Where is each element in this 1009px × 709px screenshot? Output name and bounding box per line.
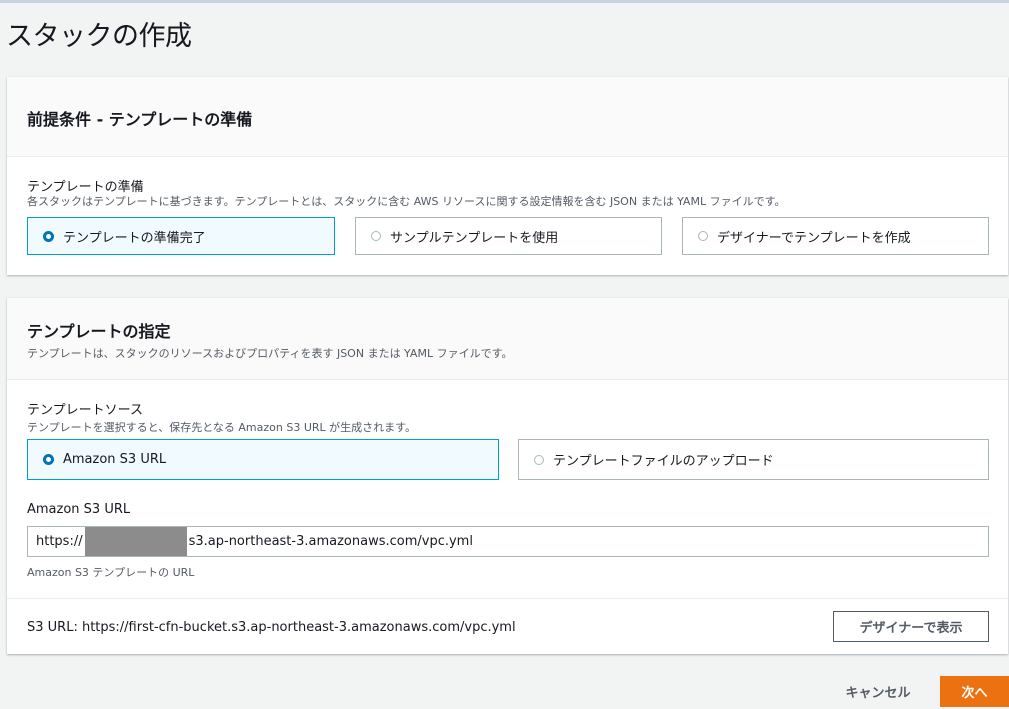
radio-unselected-icon[interactable] [534,454,544,465]
top-border [0,0,1009,3]
cancel-button[interactable]: キャンセル [838,678,918,704]
s3-url-suffix: s3.ap-northeast-3.amazonaws.com/vpc.yml [188,534,473,549]
prerequisite-title: 前提条件 - テンプレートの準備 [27,110,253,129]
view-in-designer-button[interactable]: デザイナーで表示 [833,611,989,642]
specify-template-panel-header: テンプレートの指定 テンプレートは、スタックのリソースおよびプロパティを表す J… [7,298,1008,380]
specify-template-description: テンプレートは、スタックのリソースおよびプロパティを表す JSON または YA… [27,347,513,360]
radio-unselected-icon[interactable] [371,231,381,241]
option-sample-template[interactable]: サンプルテンプレートを使用 [355,217,662,255]
option-designer-template[interactable]: デザイナーでテンプレートを作成 [682,217,989,255]
s3-url-prefix: https:// [36,534,83,549]
option-amazon-s3-url[interactable]: Amazon S3 URL [27,439,499,480]
generated-s3-url: S3 URL: https://first-cfn-bucket.s3.ap-n… [27,620,516,635]
option-label: デザイナーでテンプレートを作成 [717,230,911,246]
s3-url-field-label: Amazon S3 URL [27,502,131,517]
option-label: テンプレートファイルのアップロード [553,454,774,469]
specify-template-panel: テンプレートの指定 テンプレートは、スタックのリソースおよびプロパティを表す J… [7,298,1008,654]
next-button[interactable]: 次へ [940,676,1009,707]
prerequisite-panel-header: 前提条件 - テンプレートの準備 [7,77,1008,157]
s3-url-input[interactable]: https:// s3.ap-northeast-3.amazonaws.com/… [27,526,989,557]
template-source-description: テンプレートを選択すると、保存先となる Amazon S3 URL が生成されま… [27,421,417,434]
template-source-label: テンプレートソース [27,403,143,418]
s3-url-hint: Amazon S3 テンプレートの URL [27,566,195,579]
option-template-ready[interactable]: テンプレートの準備完了 [27,217,335,255]
option-label: サンプルテンプレートを使用 [390,230,559,246]
option-label: テンプレートの準備完了 [63,230,206,246]
radio-selected-icon[interactable] [43,454,54,465]
prepare-template-description: 各スタックはテンプレートに基づきます。テンプレートとは、スタックに含む AWS … [27,195,786,208]
option-upload-template-file[interactable]: テンプレートファイルのアップロード [518,439,989,480]
option-label: Amazon S3 URL [63,452,167,467]
page-title: スタックの作成 [6,21,192,52]
divider [7,598,1008,599]
redacted-block [84,527,187,556]
specify-template-title: テンプレートの指定 [27,322,171,341]
radio-selected-icon[interactable] [43,230,54,242]
prerequisite-panel: 前提条件 - テンプレートの準備 テンプレートの準備 各スタックはテンプレートに… [7,77,1008,275]
radio-unselected-icon[interactable] [698,231,708,241]
